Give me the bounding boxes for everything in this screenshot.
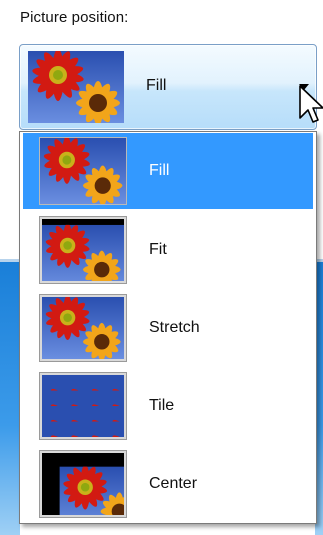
picture-position-dropdown-list: Fill Fit Stretch Tile Center: [19, 131, 317, 524]
picture-position-combobox[interactable]: Fill: [19, 44, 317, 130]
option-label: Fill: [149, 162, 170, 179]
option-tile[interactable]: Tile: [23, 368, 313, 444]
center-thumbnail-icon: [39, 450, 127, 518]
option-center[interactable]: Center: [23, 446, 313, 522]
stretch-thumbnail-icon: [39, 294, 127, 362]
option-label: Tile: [149, 397, 175, 414]
option-fill[interactable]: Fill: [23, 133, 313, 209]
option-label: Center: [149, 475, 198, 492]
combobox-selected-value: Fill: [146, 77, 167, 94]
mouse-pointer-icon: [299, 85, 323, 123]
fill-thumbnail-icon: [28, 51, 124, 123]
option-fit[interactable]: Fit: [23, 212, 313, 288]
background-desktop-left: [0, 262, 20, 535]
tile-thumbnail-icon: [39, 372, 127, 440]
option-label: Fit: [149, 241, 167, 258]
fill-thumbnail-icon: [39, 137, 127, 205]
picture-position-label: Picture position:: [20, 9, 129, 26]
option-label: Stretch: [149, 319, 200, 336]
fit-thumbnail-icon: [39, 216, 127, 284]
option-stretch[interactable]: Stretch: [23, 290, 313, 366]
